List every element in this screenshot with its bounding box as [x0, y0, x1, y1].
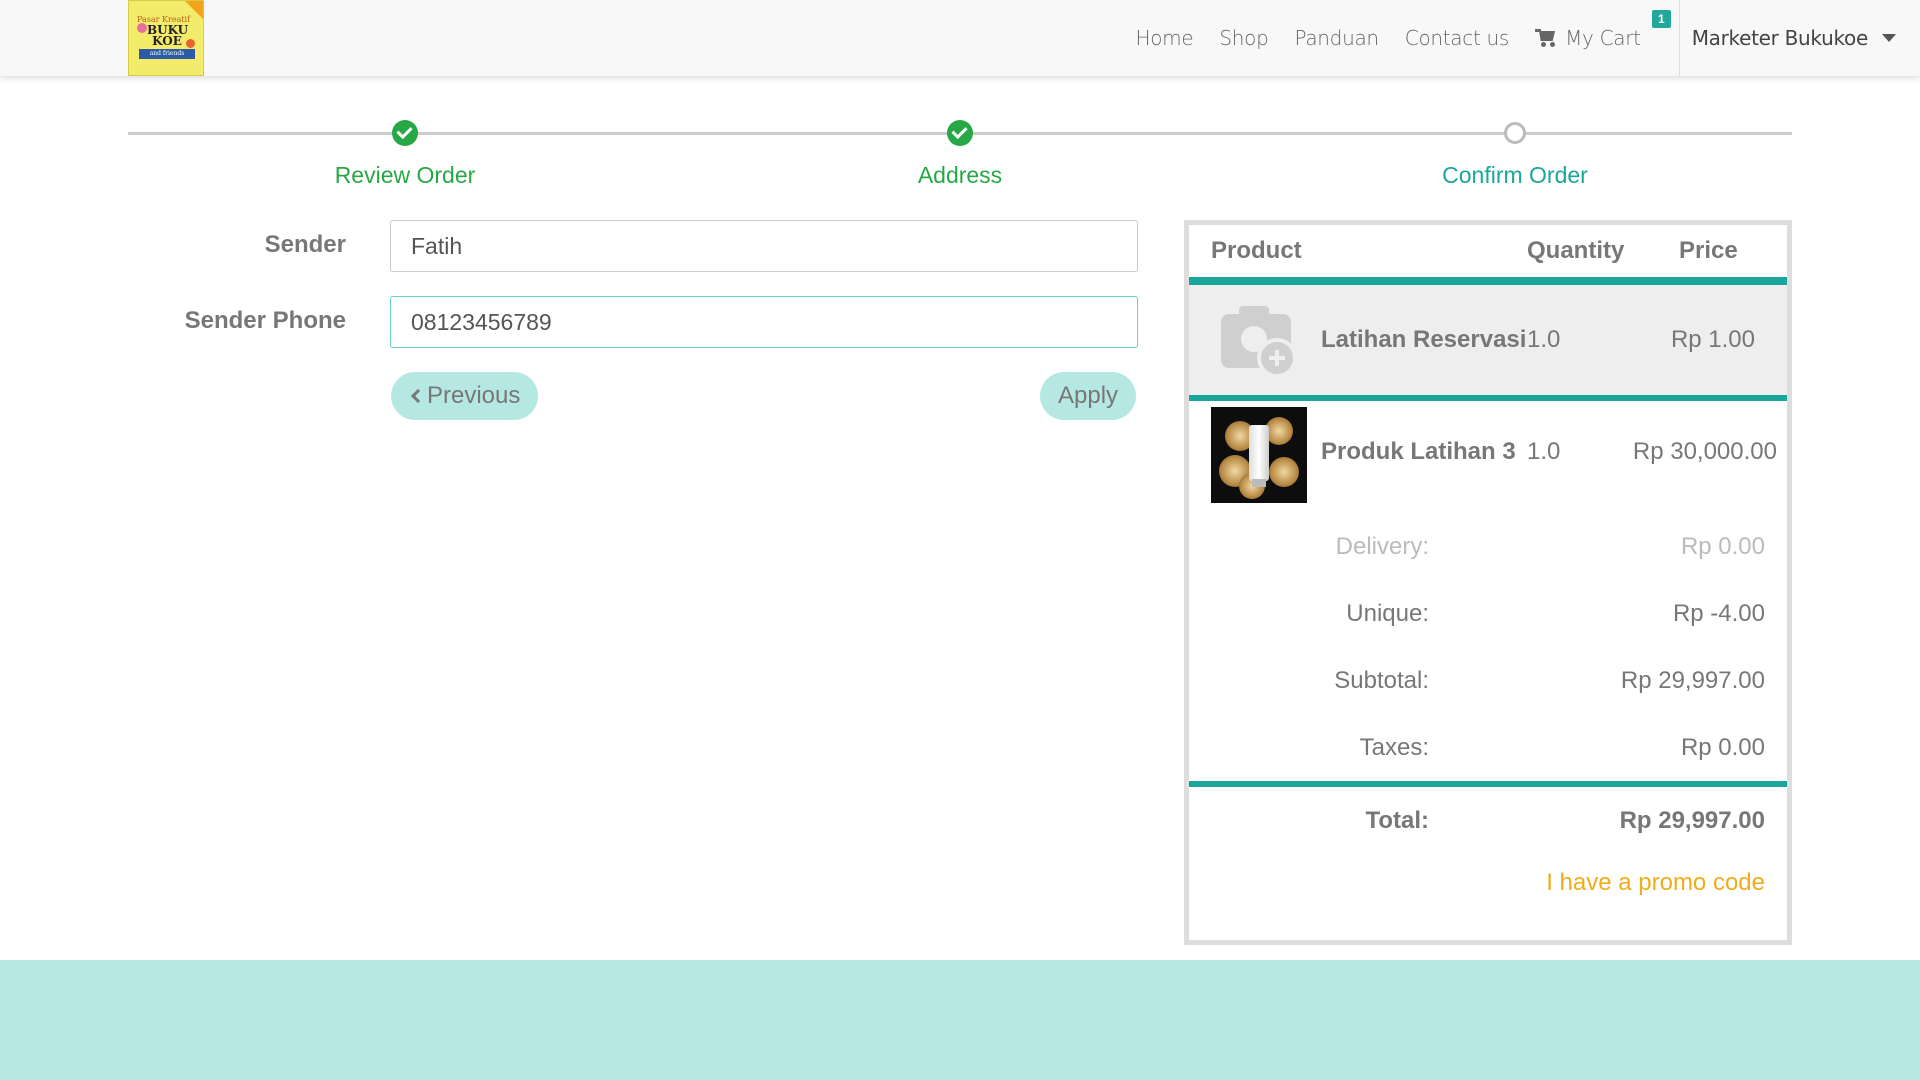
- caret-down-icon: [1882, 34, 1896, 42]
- logo-ribbon: and friends: [139, 49, 195, 59]
- cart-item-row: Latihan Reservasi 1.0 Rp 1.00: [1189, 285, 1787, 395]
- page-footer: [0, 960, 1920, 1080]
- empty-circle-icon: [1504, 122, 1526, 144]
- check-circle-icon: [947, 120, 973, 146]
- nav-my-cart[interactable]: My Cart 1: [1535, 10, 1671, 50]
- taxes-label: Taxes:: [1359, 734, 1429, 761]
- sender-phone-input[interactable]: 08123456789: [390, 296, 1138, 348]
- checkout-progress: Review Order Address Confirm Order: [128, 120, 1792, 200]
- header-product: Product: [1211, 237, 1302, 264]
- total-label: Total:: [1365, 807, 1429, 834]
- step-confirm-order: Confirm Order: [1365, 120, 1665, 189]
- promo-code-link[interactable]: I have a promo code: [1546, 869, 1765, 897]
- logo-title: BUKU KOE: [147, 23, 189, 48]
- camera-placeholder-icon: [1211, 292, 1307, 388]
- item-name[interactable]: Latihan Reservasi: [1321, 326, 1526, 354]
- sender-phone-label: Sender Phone: [184, 307, 346, 334]
- step-address[interactable]: Address: [810, 120, 1110, 189]
- top-navbar: Pasar Kreatif BUKU KOE and friends Home …: [0, 0, 1920, 76]
- cart-count-badge: 1: [1652, 10, 1671, 28]
- item-quantity: 1.0: [1527, 326, 1561, 353]
- apply-button[interactable]: Apply: [1040, 372, 1137, 420]
- header-divider: [1189, 277, 1787, 285]
- sender-label: Sender: [264, 231, 346, 258]
- nav-link-shop[interactable]: Shop: [1219, 26, 1268, 50]
- unique-label: Unique:: [1346, 600, 1429, 627]
- header-quantity: Quantity: [1527, 237, 1625, 264]
- chevron-left-icon: [410, 388, 426, 404]
- check-circle-icon: [392, 120, 418, 146]
- step-review-order[interactable]: Review Order: [255, 120, 555, 189]
- subtotal-label: Subtotal:: [1334, 667, 1429, 694]
- step-label: Address: [917, 162, 1003, 188]
- total-value: Rp 29,997.00: [1619, 807, 1765, 834]
- user-menu-dropdown[interactable]: Marketer Bukukoe: [1680, 26, 1920, 50]
- nav-menu: Home Shop Panduan Contact us My Cart 1 M…: [1110, 0, 1920, 76]
- sender-input[interactable]: Fatih: [390, 220, 1138, 272]
- previous-label: Previous: [427, 382, 521, 409]
- delivery-value: Rp 0.00: [1680, 533, 1765, 560]
- apply-label: Apply: [1058, 382, 1119, 409]
- item-price: Rp 30,000.00: [1632, 438, 1777, 465]
- total-divider: [1189, 781, 1787, 787]
- shopping-cart-icon: [1535, 29, 1557, 47]
- product-image: [1211, 407, 1307, 503]
- nav-link-contact[interactable]: Contact us: [1405, 26, 1510, 50]
- order-summary-panel: Product Quantity Price Latihan Reservasi…: [1184, 220, 1792, 945]
- summary-header: Product Quantity Price: [1189, 225, 1787, 277]
- subtotal-value: Rp 29,997.00: [1620, 667, 1765, 694]
- item-quantity: 1.0: [1527, 438, 1561, 465]
- unique-value: Rp -4.00: [1672, 600, 1765, 627]
- brand-logo[interactable]: Pasar Kreatif BUKU KOE and friends: [128, 0, 204, 76]
- delivery-label: Delivery:: [1335, 533, 1429, 560]
- user-name: Marketer Bukukoe: [1691, 26, 1869, 50]
- item-name[interactable]: Produk Latihan 3: [1321, 438, 1516, 466]
- step-label: Confirm Order: [1442, 162, 1588, 188]
- header-price: Price: [1679, 237, 1738, 264]
- step-label: Review Order: [334, 162, 476, 188]
- taxes-value: Rp 0.00: [1680, 734, 1765, 761]
- item-price: Rp 1.00: [1670, 326, 1755, 353]
- previous-button[interactable]: Previous: [391, 372, 539, 420]
- cart-item-row: Produk Latihan 3 1.0 Rp 30,000.00: [1189, 401, 1787, 511]
- cart-label: My Cart: [1565, 26, 1641, 50]
- nav-link-home[interactable]: Home: [1136, 26, 1194, 50]
- nav-link-panduan[interactable]: Panduan: [1294, 26, 1379, 50]
